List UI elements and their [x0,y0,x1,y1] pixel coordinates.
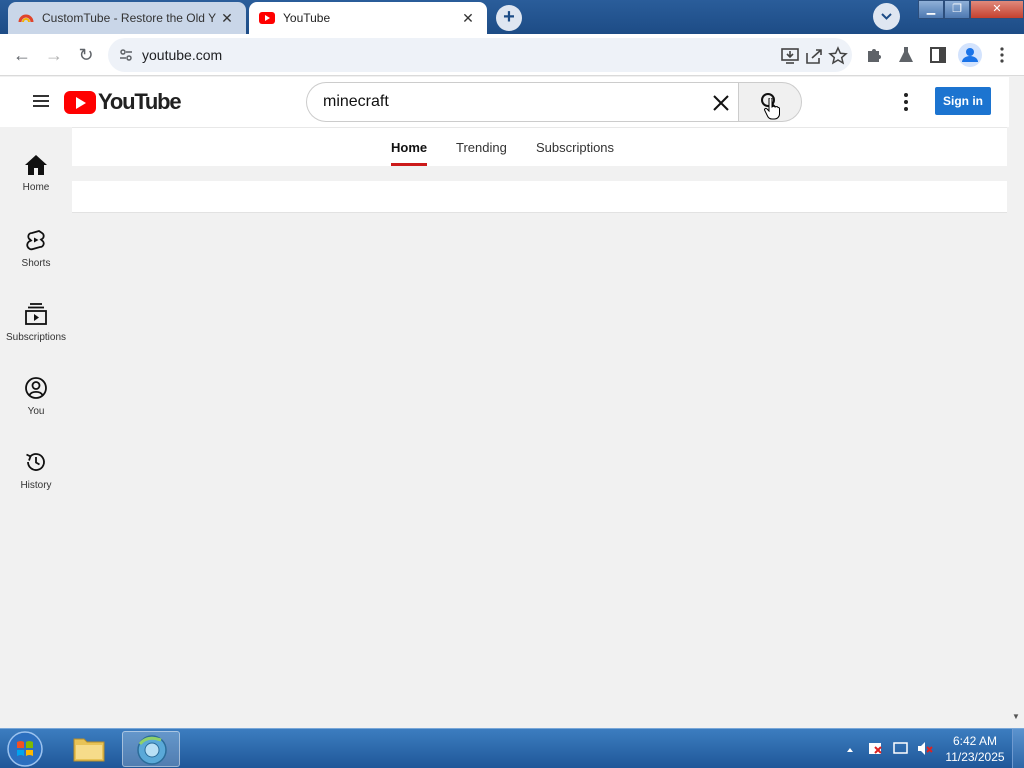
subscriptions-icon [25,303,47,325]
more-options-icon[interactable] [896,91,916,113]
folder-icon [73,738,105,762]
tab-title: CustomTube - Restore the Old Y [42,11,217,25]
hamburger-menu-icon[interactable] [33,95,49,107]
search-box [306,82,739,122]
clock-date: 11/23/2025 [945,750,1005,764]
scroll-down-icon[interactable]: ▼ [1010,712,1022,724]
sign-in-button[interactable]: Sign in [935,87,991,115]
extensions-puzzle-icon[interactable] [864,45,884,65]
chevron-down-icon [881,13,892,20]
home-icon [25,155,47,175]
profile-avatar-icon[interactable] [958,43,982,67]
youtube-favicon-icon [259,12,275,24]
shorts-icon [26,230,45,251]
guide-label: You [27,406,45,417]
browser-menu-icon[interactable] [992,45,1012,65]
new-tab-button[interactable]: + [496,5,522,31]
windows-taskbar: 6:42 AM 11/23/2025 [0,728,1024,768]
close-tab-icon[interactable]: ✕ [459,10,477,27]
tab-subscriptions[interactable]: Subscriptions [536,140,614,155]
share-icon[interactable] [804,46,824,66]
tab-youtube[interactable]: YouTube ✕ [249,2,487,34]
guide-item-you[interactable]: You [0,376,72,417]
customtube-favicon-icon [18,14,34,23]
search-input[interactable] [323,91,693,113]
window-controls: ▁ ❐ ✕ [918,0,1024,19]
side-panel-icon[interactable] [928,45,948,65]
you-icon [25,377,47,399]
guide-label: Subscriptions [5,332,67,343]
tab-search-button[interactable] [873,3,900,30]
guide-item-home[interactable]: Home [0,154,72,193]
reload-icon[interactable]: ↻ [74,43,98,67]
tab-home[interactable]: Home [391,140,428,166]
maximize-icon[interactable]: ❐ [944,0,970,19]
minimize-icon[interactable]: ▁ [918,0,944,19]
install-app-icon[interactable] [780,46,800,66]
feed-content-placeholder [72,181,1007,213]
network-icon[interactable] [893,742,908,754]
show-hidden-icons-icon[interactable] [847,748,853,752]
guide-item-shorts[interactable]: Shorts [0,228,72,269]
bookmark-star-icon[interactable] [828,46,848,66]
youtube-logo[interactable]: YouTube [64,89,182,115]
taskbar-browser[interactable] [122,731,180,767]
feed-tabs: Home Trending Subscriptions [72,127,1007,166]
forward-icon[interactable]: → [42,43,66,67]
browser-app-icon [137,735,167,765]
tab-title: YouTube [283,11,331,25]
guide-label: Home [22,182,50,193]
start-button-icon[interactable] [4,730,46,768]
guide-item-subscriptions[interactable]: Subscriptions [0,302,72,343]
url-text: youtube.com [142,47,223,63]
browser-toolbar: ← → ↻ youtube.com [0,34,1024,76]
close-window-icon[interactable]: ✕ [970,0,1024,19]
guide-label: History [20,480,52,491]
page-scrollbar[interactable] [1009,77,1024,727]
hand-cursor-icon [764,98,780,120]
system-clock[interactable]: 6:42 AM 11/23/2025 [940,733,1010,765]
clock-time: 6:42 AM [952,734,998,748]
volume-muted-icon[interactable] [918,742,925,755]
close-tab-icon[interactable]: ✕ [218,10,236,27]
guide-item-history[interactable]: History [0,450,72,491]
youtube-play-icon [64,90,96,114]
youtube-masthead: YouTube Sign in [0,77,1009,127]
back-icon[interactable]: ← [10,43,34,67]
logo-text: YouTube [98,89,182,114]
taskbar-file-explorer[interactable] [60,731,118,767]
clear-search-icon[interactable] [710,92,732,114]
address-bar[interactable]: youtube.com [108,38,852,72]
browser-titlebar: CustomTube - Restore the Old Y ✕ YouTube… [0,0,1024,34]
site-info-icon[interactable] [118,47,134,63]
system-tray [847,742,933,755]
tab-customtube[interactable]: CustomTube - Restore the Old Y ✕ [8,2,246,34]
tab-trending[interactable]: Trending [456,140,507,155]
show-desktop-button[interactable] [1012,729,1024,768]
history-icon [26,453,45,471]
guide-label: Shorts [21,258,51,269]
labs-flask-icon[interactable] [896,45,916,65]
